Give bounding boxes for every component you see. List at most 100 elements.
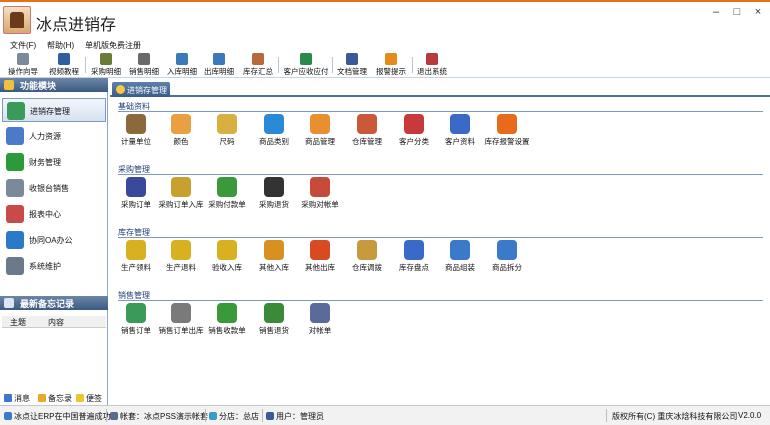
function-item[interactable]: 客户资料 [434, 114, 486, 146]
function-item[interactable]: 对帐单 [294, 303, 346, 335]
close-button[interactable]: × [748, 6, 768, 20]
inventory-icon [252, 53, 264, 65]
function-item[interactable]: 采购对帐单 [294, 177, 346, 209]
menu-register[interactable]: 单机版免费注册 [85, 40, 141, 51]
function-label: 计量单位 [121, 137, 151, 146]
footer-label: 备忘录 [48, 394, 72, 403]
module-item[interactable]: 收银台销售 [2, 176, 106, 200]
function-item[interactable]: 商品组装 [434, 240, 486, 272]
module-label: 财务管理 [29, 158, 61, 167]
sales-order-icon [126, 303, 146, 323]
function-item[interactable]: 颜色 [155, 114, 207, 146]
status-text: 分店：总店 [219, 412, 259, 421]
other-stockout-icon [310, 240, 330, 260]
stock-out-icon [213, 53, 225, 65]
function-item[interactable]: 采购退货 [248, 177, 300, 209]
module-item[interactable]: 财务管理 [2, 150, 106, 174]
function-label: 生产退料 [166, 263, 196, 272]
toolbar-label: 出库明细 [204, 67, 234, 76]
function-label: 商品组装 [445, 263, 475, 272]
menu-help[interactable]: 帮助(H) [47, 40, 74, 51]
video-button[interactable]: 视频教程 [45, 53, 83, 77]
app-logo-icon [3, 6, 31, 34]
function-item[interactable]: 销售订单出库 [155, 303, 207, 335]
function-item[interactable]: 其他出库 [294, 240, 346, 272]
goods-icon [310, 114, 330, 134]
category-icon [264, 114, 284, 134]
function-item[interactable]: 商品管理 [294, 114, 346, 146]
module-item[interactable]: 人力资源 [2, 124, 106, 148]
exit-button[interactable]: 退出系统 [415, 53, 449, 77]
function-item[interactable]: 客户分类 [388, 114, 440, 146]
alarm-button[interactable]: 报警提示 [372, 53, 410, 77]
accept-stockin-icon [217, 240, 237, 260]
inventory-button[interactable]: 库存汇总 [240, 53, 276, 77]
memo-column-content[interactable]: 内容 [48, 317, 64, 328]
sales-detail-button[interactable]: 销售明细 [126, 53, 162, 77]
wizard-icon [17, 53, 29, 65]
function-item[interactable]: 生产退料 [155, 240, 207, 272]
tab-inventory-management[interactable]: 进销存管理 [112, 82, 170, 97]
transfer-icon [357, 240, 377, 260]
message-button[interactable]: 消息 [4, 393, 30, 404]
function-label: 采购订单入库 [158, 200, 204, 209]
memo-button[interactable]: 备忘录 [38, 393, 72, 404]
stocktake-icon [404, 240, 424, 260]
toolbar-label: 库存汇总 [243, 67, 273, 76]
sales-receipt-icon [217, 303, 237, 323]
toolbar-label: 退出系统 [417, 67, 447, 76]
alarm-icon [385, 53, 397, 65]
status-item: 冰点让ERP在中国普遍成功 [4, 411, 110, 422]
branch-icon [209, 412, 217, 420]
memo-column-subject[interactable]: 主题 [10, 317, 26, 328]
module-panel-header: 功能模块 [0, 78, 108, 92]
module-label: 进销存管理 [30, 107, 70, 116]
module-item[interactable]: 协同OA办公 [2, 228, 106, 252]
function-item[interactable]: 尺码 [201, 114, 253, 146]
function-item[interactable]: 商品拆分 [481, 240, 533, 272]
module-item[interactable]: 报表中心 [2, 202, 106, 226]
function-label: 销售订单出库 [158, 326, 204, 335]
function-item[interactable]: 销售收款单 [201, 303, 253, 335]
function-item[interactable]: 仓库调拨 [341, 240, 393, 272]
status-separator [262, 409, 263, 422]
purchase-detail-button[interactable]: 采购明细 [88, 53, 124, 77]
module-panel-title: 功能模块 [20, 81, 57, 91]
function-item[interactable]: 仓库管理 [341, 114, 393, 146]
function-item[interactable]: 验收入库 [201, 240, 253, 272]
toolbar-label: 操作向导 [8, 67, 38, 76]
function-item[interactable]: 销售退货 [248, 303, 300, 335]
minimize-button[interactable]: – [706, 6, 726, 20]
stock-out-button[interactable]: 出库明细 [201, 53, 237, 77]
maximize-button[interactable]: □ [727, 6, 747, 20]
sales-stockout-icon [171, 303, 191, 323]
customer-info-icon [450, 114, 470, 134]
toolbar-label: 采购明细 [91, 67, 121, 76]
function-item[interactable]: 采购付款单 [201, 177, 253, 209]
receivable-button[interactable]: 客户应收应付 [281, 53, 331, 77]
function-item[interactable]: 库存盘点 [388, 240, 440, 272]
document-button[interactable]: 文档管理 [335, 53, 369, 77]
module-item[interactable]: 系统维护 [2, 254, 106, 278]
module-item[interactable]: 进销存管理 [2, 98, 106, 122]
status-text: 冰点让ERP在中国普遍成功 [14, 412, 111, 421]
function-label: 尺码 [219, 137, 235, 146]
status-separator [106, 409, 107, 422]
menu-file[interactable]: 文件(F) [10, 40, 36, 51]
note-button[interactable]: 便签 [76, 393, 102, 404]
status-text: 用户：管理员 [276, 412, 324, 421]
module-header-icon [4, 80, 14, 90]
function-item[interactable]: 其他入库 [248, 240, 300, 272]
purchase-statement-icon [310, 177, 330, 197]
module-label: 报表中心 [29, 210, 61, 219]
function-item[interactable]: 库存报警设置 [481, 114, 533, 146]
other-stockin-icon [264, 240, 284, 260]
report-icon [6, 205, 24, 223]
tab-label: 进销存管理 [127, 86, 167, 95]
function-item[interactable]: 采购订单入库 [155, 177, 207, 209]
function-item[interactable]: 商品类别 [248, 114, 300, 146]
wizard-button[interactable]: 操作向导 [4, 53, 42, 77]
function-label: 验收入库 [212, 263, 242, 272]
stock-in-button[interactable]: 入库明细 [164, 53, 200, 77]
function-label: 销售订单 [121, 326, 151, 335]
